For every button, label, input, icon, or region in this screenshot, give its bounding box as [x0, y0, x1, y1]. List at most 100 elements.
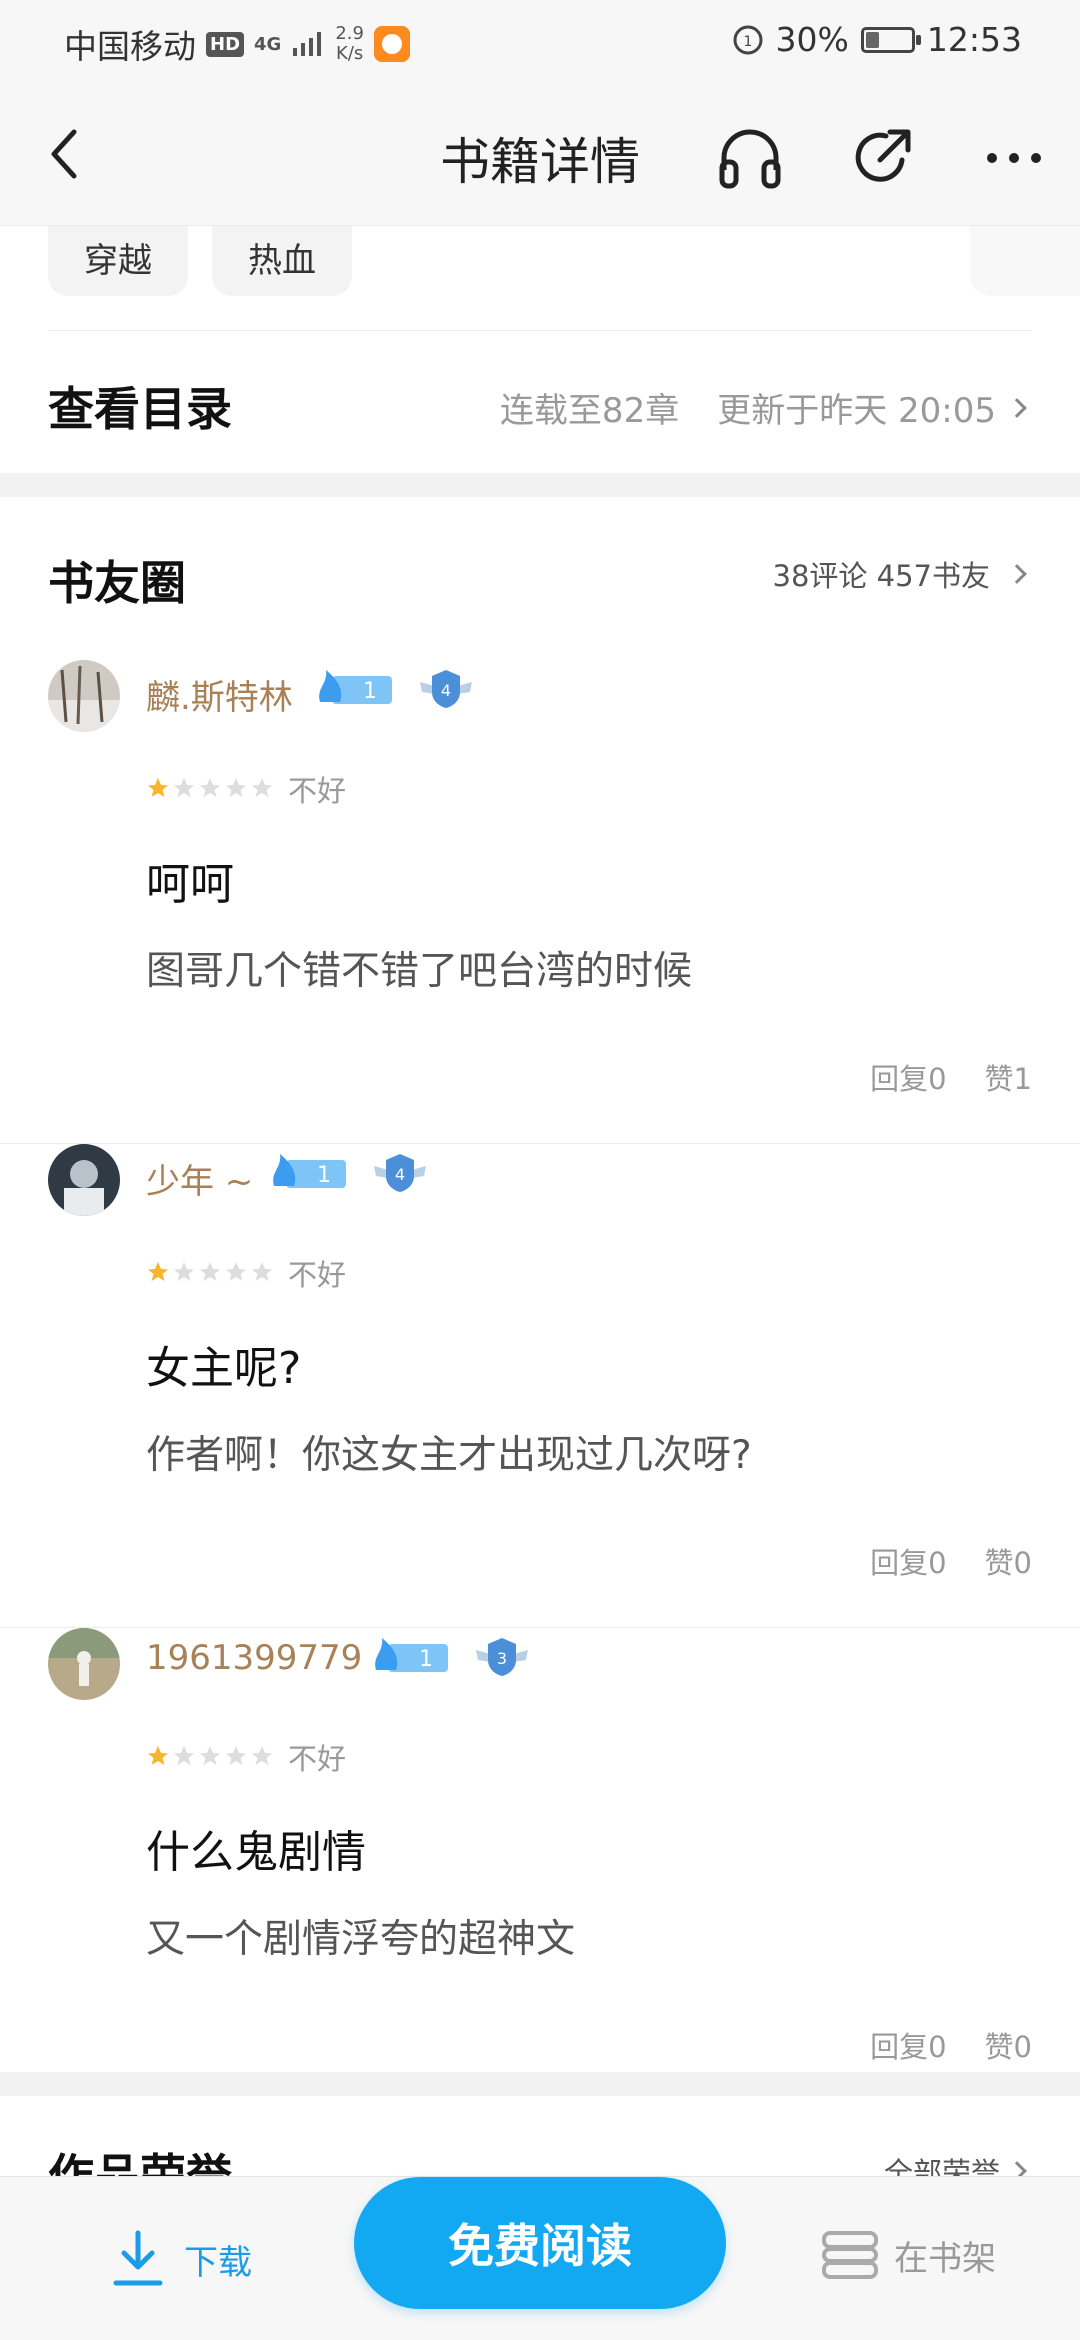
- book-circle-stats[interactable]: 38评论 457书友: [772, 553, 1027, 595]
- catalog-meta: 连载至82章 更新于昨天 20:05: [499, 383, 1027, 432]
- star-icon: [226, 1262, 246, 1281]
- headphones-icon[interactable]: [714, 122, 786, 194]
- rating-text: 不好: [288, 774, 347, 808]
- download-label: 下载: [184, 2242, 252, 2283]
- chevron-right-icon: [1007, 397, 1027, 418]
- fans-level-badge: 1: [375, 1638, 448, 1672]
- reply-button[interactable]: 回复0: [870, 1540, 946, 1582]
- star-icon: [148, 1262, 168, 1281]
- star-icon: [226, 778, 246, 797]
- book-circle-title: 书友圈: [48, 556, 186, 610]
- hd-badge: HD: [206, 31, 245, 57]
- honors-title: 作品荣誉: [48, 2149, 232, 2176]
- comment-title: 呵呵: [146, 859, 234, 910]
- comment-item[interactable]: 1961399779 1 3 不好 什么鬼剧情 又一个剧情浮夸的超神文 回复0 …: [0, 1628, 1080, 2072]
- network-type: 4G: [254, 33, 282, 55]
- username[interactable]: 1961399779: [146, 1638, 362, 1678]
- section-gap: [0, 2072, 1080, 2096]
- fans-level-number: 1: [419, 1647, 433, 1672]
- comment-item[interactable]: 少年 ~ 1 4 不好 女主呢? 作者啊！你这女主才出现过几次呀? 回复0 赞0: [0, 1144, 1080, 1628]
- rating-text: 不好: [288, 1258, 347, 1292]
- username[interactable]: 麟.斯特林: [146, 670, 293, 719]
- section-gap: [0, 473, 1080, 497]
- download-button[interactable]: 下载: [110, 2229, 252, 2289]
- tag-chip[interactable]: 热血: [212, 226, 352, 296]
- reply-button[interactable]: 回复0: [870, 1056, 946, 1098]
- chevron-right-icon: [1007, 2161, 1027, 2176]
- like-button[interactable]: 赞0: [985, 1540, 1032, 1582]
- catalog-row[interactable]: 查看目录 连载至82章 更新于昨天 20:05: [0, 331, 1080, 473]
- status-bar: 中国移动 HD 4G 2.9 K/s 1 30% 12:53: [0, 0, 1080, 84]
- star-icon: [252, 1262, 272, 1281]
- honors-more-text: 全部荣誉: [883, 2156, 1000, 2176]
- star-icon: [252, 778, 272, 797]
- share-icon[interactable]: [846, 122, 918, 194]
- bookshelf-icon: [822, 2231, 878, 2279]
- nav-bar: 书籍详情: [0, 84, 1080, 226]
- user-avatar[interactable]: [48, 1628, 120, 1700]
- comment-body: 作者啊！你这女主才出现过几次呀?: [146, 1433, 752, 1478]
- like-button[interactable]: 赞1: [985, 1056, 1032, 1098]
- update-time: 更新于昨天 20:05: [717, 391, 996, 431]
- data-saver-icon: 1: [733, 25, 763, 54]
- user-level-number: 4: [441, 681, 451, 700]
- fans-level-badge: 1: [273, 1154, 346, 1188]
- star-icon: [200, 1262, 220, 1281]
- star-rating: [146, 776, 274, 800]
- bookshelf-button[interactable]: 在书架: [820, 2229, 996, 2281]
- chevron-right-icon: [1007, 564, 1027, 584]
- status-left: 中国移动 HD 4G 2.9 K/s: [64, 20, 410, 68]
- free-read-button[interactable]: 免费阅读: [354, 2177, 726, 2309]
- app-notification-icon: [373, 26, 410, 62]
- user-level-number: 4: [395, 1165, 405, 1184]
- honors-section: 作品荣誉 全部荣誉: [0, 2096, 1080, 2176]
- star-rating: [146, 1744, 274, 1768]
- page-title: 书籍详情: [440, 133, 640, 191]
- star-icon: [148, 1746, 168, 1765]
- reply-button[interactable]: 回复0: [870, 2024, 946, 2066]
- signal-icon: [293, 32, 322, 56]
- user-avatar[interactable]: [48, 660, 120, 732]
- username[interactable]: 少年 ~: [146, 1154, 253, 1203]
- fans-level-number: 1: [317, 1163, 331, 1188]
- user-level-badge: 3: [476, 1638, 528, 1676]
- star-icon: [174, 778, 194, 797]
- rating-text: 不好: [288, 1742, 347, 1776]
- comment-actions: 回复0 赞1: [870, 1056, 1032, 1098]
- star-icon: [148, 778, 168, 797]
- star-rating: [146, 1260, 274, 1284]
- tag-chip[interactable]: 穿越: [48, 226, 188, 296]
- clock: 12:53: [926, 20, 1022, 59]
- comment-body: 图哥几个错不错了吧台湾的时候: [146, 949, 693, 994]
- fans-level-number: 1: [363, 679, 377, 704]
- more-icon[interactable]: [978, 122, 1050, 194]
- star-icon: [226, 1746, 246, 1765]
- star-icon: [174, 1746, 194, 1765]
- download-icon: [113, 2230, 163, 2286]
- honors-more[interactable]: 全部荣誉: [883, 2150, 1027, 2176]
- star-icon: [252, 1746, 272, 1765]
- user-avatar[interactable]: [48, 1144, 120, 1216]
- fans-level-badge: 1: [319, 670, 392, 704]
- carrier-name: 中国移动: [64, 27, 196, 66]
- user-level-number: 3: [497, 1649, 507, 1668]
- network-speed: 2.9 K/s: [335, 24, 364, 64]
- star-icon: [200, 1746, 220, 1765]
- battery-percent: 30%: [775, 20, 849, 59]
- speed-unit: K/s: [336, 43, 364, 64]
- comment-item[interactable]: 麟.斯特林 1 4 不好 呵呵 图哥几个错不错了吧台湾的时候 回复0 赞1: [0, 660, 1080, 1144]
- tag-list: 穿越 热血: [48, 226, 352, 296]
- star-icon: [200, 778, 220, 797]
- book-circle-stats-text: 38评论 457书友: [772, 559, 990, 593]
- serial-status: 连载至82章: [499, 391, 680, 431]
- like-button[interactable]: 赞0: [985, 2024, 1032, 2066]
- svg-text:1: 1: [743, 34, 752, 50]
- star-icon: [174, 1262, 194, 1281]
- catalog-label: 查看目录: [48, 382, 232, 436]
- comment-title: 女主呢?: [146, 1343, 302, 1394]
- user-level-badge: 4: [420, 670, 472, 708]
- comment-actions: 回复0 赞0: [870, 1540, 1032, 1582]
- battery-icon: [860, 26, 921, 53]
- bottom-action-bar: 下载 免费阅读 在书架: [0, 2176, 1080, 2340]
- tag-more-fade: [970, 226, 1080, 296]
